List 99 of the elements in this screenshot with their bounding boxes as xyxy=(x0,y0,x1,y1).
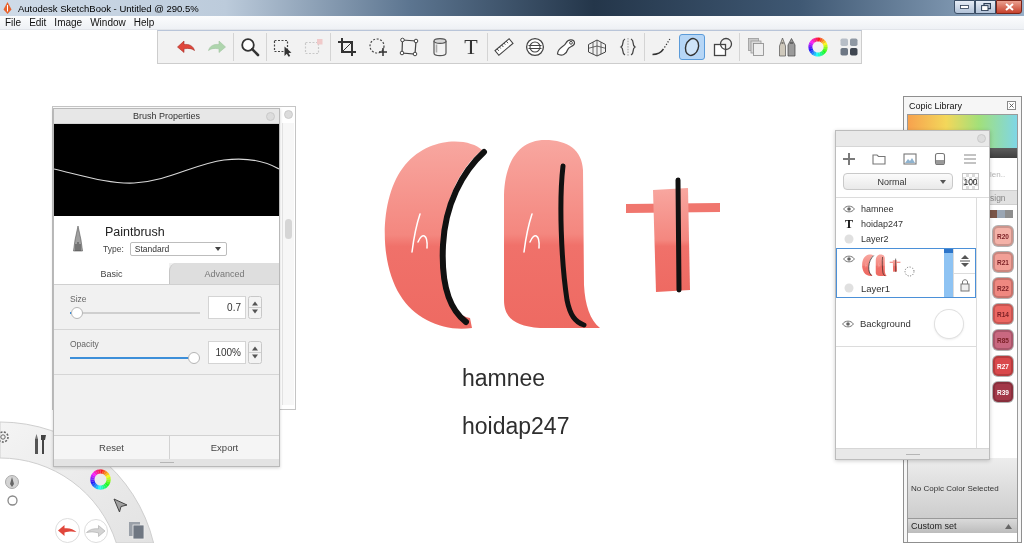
canvas-text: hamnee xyxy=(462,367,546,390)
minimize-button[interactable] xyxy=(954,0,975,14)
caret-up-icon xyxy=(1005,523,1012,529)
brush-tools-icon[interactable] xyxy=(33,433,48,455)
canvas-text: hoidap247 xyxy=(462,415,570,438)
value-field[interactable]: 0.7 xyxy=(208,296,246,319)
slider-label: Opacity xyxy=(70,339,99,350)
selection-icon xyxy=(273,37,293,57)
up-down-arrows-icon xyxy=(248,341,262,364)
layer-row[interactable]: hamnee xyxy=(836,201,976,216)
close-icon[interactable] xyxy=(1007,101,1016,110)
dashed-rectangle-icon xyxy=(304,37,324,57)
type-dropdown[interactable]: Standard xyxy=(129,242,227,256)
ellipse-tool[interactable] xyxy=(679,34,705,60)
gear-icon[interactable] xyxy=(0,429,11,445)
symmetry-icon xyxy=(618,37,638,57)
circle-icon[interactable] xyxy=(7,495,18,506)
blend-mode-dropdown[interactable]: Normal xyxy=(843,173,953,190)
value-field[interactable]: 100% xyxy=(208,341,246,364)
folder-icon[interactable] xyxy=(872,152,887,166)
restore-icon xyxy=(980,3,991,11)
pen-nib-icon[interactable] xyxy=(5,475,19,489)
layer-row[interactable]: Layer2 xyxy=(836,231,976,246)
search-field[interactable]: len.. xyxy=(990,167,1014,181)
tab[interactable]: Advanced xyxy=(169,263,279,284)
minimize-icon xyxy=(960,5,969,9)
lock-icon[interactable] xyxy=(959,278,970,293)
layer-row[interactable]: Layer1 xyxy=(836,248,976,298)
close-button[interactable] xyxy=(996,0,1022,14)
square-circle-icon xyxy=(713,37,733,57)
dot-icon[interactable] xyxy=(844,233,854,244)
up-down-arrows-icon xyxy=(248,296,262,319)
layer-row[interactable]: T hoidap247 xyxy=(836,216,976,231)
color-editor-button[interactable] xyxy=(805,34,831,60)
slider-thumb[interactable] xyxy=(188,352,200,364)
menu-item[interactable]: File xyxy=(5,16,22,29)
menu-item[interactable]: Window xyxy=(90,16,126,29)
paper-stack-icon xyxy=(746,37,766,57)
eye-icon[interactable] xyxy=(843,204,855,213)
slider-thumb[interactable] xyxy=(71,307,84,319)
pointer-arrow-icon[interactable] xyxy=(112,497,128,513)
menu-item[interactable]: Edit xyxy=(29,16,47,29)
stepper-button[interactable] xyxy=(248,296,262,319)
caret-icon xyxy=(214,247,221,251)
pen-nib-icon xyxy=(72,226,84,252)
menu-item[interactable]: Image xyxy=(54,16,83,29)
plus-icon[interactable] xyxy=(842,152,856,166)
layer-thumbnail xyxy=(861,253,901,277)
pen-nib-icon xyxy=(3,2,12,14)
close-icon xyxy=(1004,3,1014,11)
eye-icon[interactable] xyxy=(843,255,855,263)
striped-circle-icon xyxy=(525,37,545,57)
set-selector[interactable]: Custom set xyxy=(908,518,1017,533)
menu-item[interactable]: Help xyxy=(133,16,155,29)
dotted-circle-icon xyxy=(904,266,915,277)
type-label: Type: xyxy=(103,244,124,254)
up-down-arrows-icon[interactable] xyxy=(958,253,971,268)
slider-track[interactable] xyxy=(70,352,200,364)
restore-button[interactable] xyxy=(975,0,996,14)
curve-template-icon xyxy=(556,37,576,57)
color-swatch-icon[interactable] xyxy=(1005,210,1013,218)
tab[interactable]: Basic xyxy=(54,263,169,284)
brush-name: Paintbrush xyxy=(105,224,166,240)
undo-icon[interactable] xyxy=(55,518,80,543)
window-title: Autodesk SketchBook - Untitled @ 290.5% xyxy=(18,2,199,14)
panel-title: Brush Properties xyxy=(133,111,200,121)
slider-label: Size xyxy=(70,294,87,305)
resize-grip[interactable] xyxy=(54,459,279,466)
text-layer-glyph: T xyxy=(845,217,853,230)
panel-title: Copic Library xyxy=(909,100,963,111)
ellipse-icon xyxy=(682,37,702,57)
paper-stack-icon[interactable] xyxy=(128,521,146,541)
status-text: No Copic Color Selected xyxy=(911,483,999,493)
dot-icon[interactable] xyxy=(844,283,854,293)
scrollbar-thumb[interactable] xyxy=(285,219,292,239)
perspective-grid-icon xyxy=(587,37,607,57)
opacity-field[interactable]: 100 xyxy=(962,173,979,190)
half-filled-box-icon[interactable] xyxy=(932,152,947,166)
corner-handles-icon xyxy=(399,37,419,57)
resize-grip[interactable] xyxy=(836,448,989,459)
color-swatch-icon[interactable] xyxy=(997,210,1005,218)
magnifier-icon xyxy=(240,37,260,57)
color-wheel-icon xyxy=(808,37,828,57)
cylinder-icon xyxy=(430,37,450,57)
crop-icon xyxy=(337,37,357,57)
slider-track[interactable] xyxy=(70,307,200,319)
color-wheel-icon[interactable] xyxy=(90,469,111,490)
grid-squares-icon xyxy=(839,37,859,57)
color-swatch-icon[interactable] xyxy=(935,309,963,338)
pencils-icon xyxy=(777,37,797,57)
panel-button[interactable]: Reset xyxy=(54,436,169,459)
panel-button[interactable]: Export xyxy=(169,436,279,459)
layer-row[interactable]: Background xyxy=(836,301,976,347)
text-tool[interactable]: T xyxy=(458,34,484,60)
dotted-curve-icon xyxy=(651,37,671,57)
caret-icon xyxy=(940,179,946,184)
eye-icon[interactable] xyxy=(842,319,854,328)
dashed-circle-icon xyxy=(368,37,388,57)
stepper-button[interactable] xyxy=(248,341,262,364)
